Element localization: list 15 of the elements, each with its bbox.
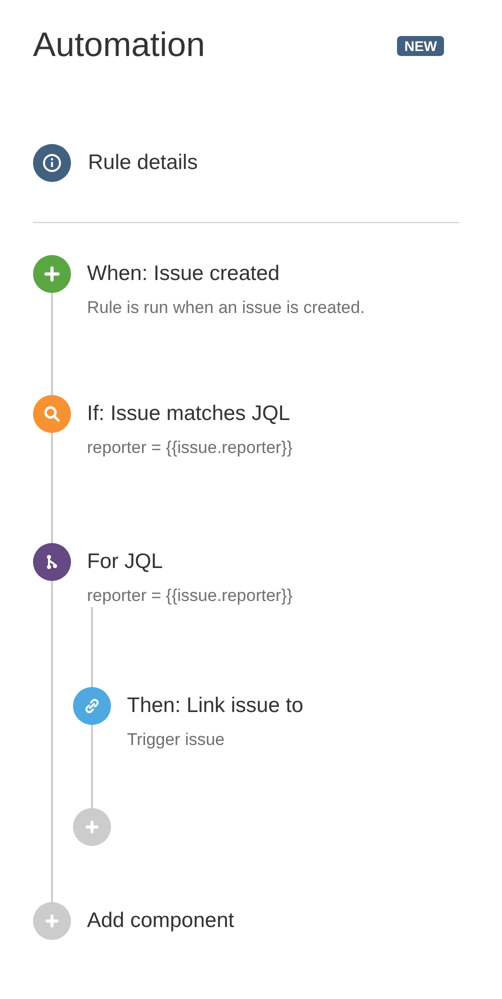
add-step-button[interactable] bbox=[73, 808, 111, 846]
add-component-link[interactable]: Add component bbox=[87, 905, 234, 937]
step-description: reporter = {{issue.reporter}} bbox=[87, 437, 293, 459]
step-title[interactable]: When: Issue created bbox=[87, 258, 280, 290]
page-title: Automation bbox=[33, 25, 205, 66]
new-badge: NEW bbox=[397, 36, 444, 56]
step-title[interactable]: If: Issue matches JQL bbox=[87, 398, 290, 430]
rule-details-link[interactable]: Rule details bbox=[88, 147, 198, 179]
step-title[interactable]: For JQL bbox=[87, 546, 163, 578]
info-icon bbox=[40, 151, 64, 175]
step-description: Trigger issue bbox=[127, 729, 226, 751]
step-title[interactable]: Then: Link issue to bbox=[127, 690, 304, 722]
add-step-button[interactable] bbox=[33, 902, 71, 940]
step-description: Rule is run when an issue is created. bbox=[87, 297, 365, 319]
step-description: reporter = {{issue.reporter}} bbox=[87, 585, 294, 607]
